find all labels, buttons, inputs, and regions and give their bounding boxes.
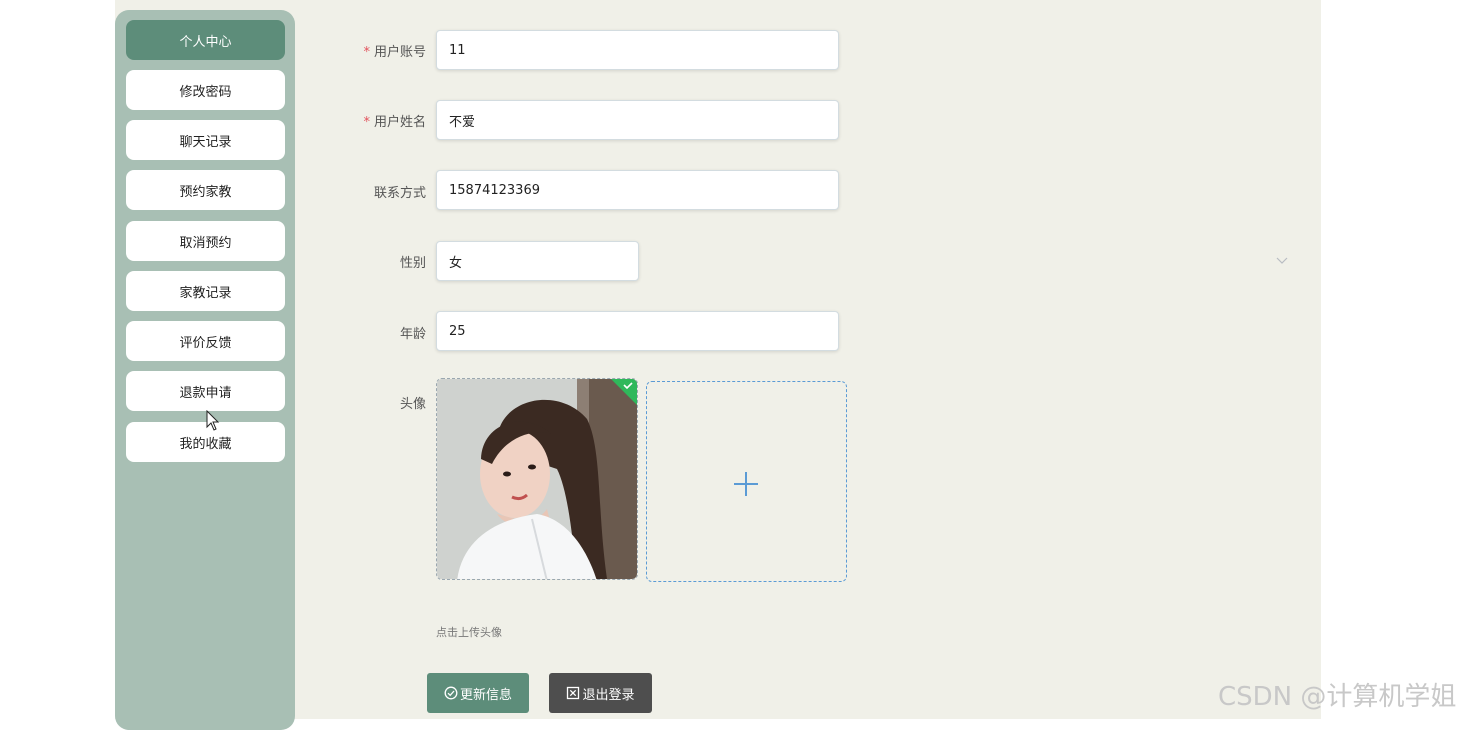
sidebar-item-label: 个人中心 bbox=[179, 34, 232, 50]
avatar-label-text: 头像 bbox=[399, 397, 426, 412]
age-value: 25 bbox=[449, 323, 466, 339]
avatar-image[interactable] bbox=[436, 378, 638, 580]
sidebar-item-label: 取消预约 bbox=[179, 235, 232, 251]
close-square-icon bbox=[567, 686, 580, 700]
chevron-down-icon[interactable] bbox=[1276, 254, 1288, 266]
age-field[interactable]: 25 bbox=[436, 311, 839, 351]
sidebar-item-refund[interactable]: 退款申请 bbox=[126, 371, 285, 411]
check-icon bbox=[611, 379, 637, 405]
sidebar-item-tutor-records[interactable]: 家教记录 bbox=[126, 271, 285, 311]
avatar-upload-button[interactable] bbox=[646, 381, 847, 582]
update-info-label: 更新信息 bbox=[459, 687, 512, 703]
logout-button[interactable]: 退出登录 bbox=[549, 673, 652, 713]
watermark: CSDN @计算机学姐 bbox=[1218, 682, 1457, 712]
gender-select[interactable]: 女 bbox=[436, 241, 639, 281]
sidebar-item-cancel-booking[interactable]: 取消预约 bbox=[126, 221, 285, 261]
gender-label: 性别 bbox=[400, 252, 426, 271]
name-label-text: 用户姓名 bbox=[373, 115, 426, 130]
required-mark: * bbox=[363, 45, 370, 60]
phone-field[interactable]: 15874123369 bbox=[436, 170, 839, 210]
sidebar-item-label: 退款申请 bbox=[179, 385, 232, 401]
sidebar-item-label: 聊天记录 bbox=[179, 134, 232, 150]
sidebar: 个人中心 修改密码 聊天记录 预约家教 取消预约 家教记录 评价反馈 退款申请 … bbox=[115, 10, 295, 730]
required-mark: * bbox=[363, 115, 370, 130]
avatar-photo bbox=[437, 379, 637, 579]
age-label: 年龄 bbox=[400, 323, 426, 342]
age-label-text: 年龄 bbox=[399, 327, 426, 342]
check-circle-icon bbox=[444, 686, 458, 700]
sidebar-item-chat-history[interactable]: 聊天记录 bbox=[126, 120, 285, 160]
account-label: * 用户账号 bbox=[363, 41, 426, 60]
logout-label: 退出登录 bbox=[582, 687, 635, 703]
mouse-cursor-icon bbox=[206, 410, 220, 431]
sidebar-item-personal-center[interactable]: 个人中心 bbox=[126, 20, 285, 60]
phone-label: 联系方式 bbox=[374, 182, 426, 201]
account-label-text: 用户账号 bbox=[373, 45, 426, 60]
phone-label-text: 联系方式 bbox=[373, 186, 426, 201]
account-field[interactable]: 11 bbox=[436, 30, 839, 70]
update-info-button[interactable]: 更新信息 bbox=[427, 673, 529, 713]
phone-value: 15874123369 bbox=[449, 182, 540, 198]
plus-icon bbox=[734, 472, 758, 496]
avatar-upload-hint: 点击上传头像 bbox=[436, 626, 502, 639]
sidebar-item-label: 家教记录 bbox=[179, 285, 232, 301]
avatar-label: 头像 bbox=[400, 393, 426, 412]
sidebar-item-label: 我的收藏 bbox=[179, 436, 232, 452]
gender-value: 女 bbox=[449, 255, 463, 271]
account-value: 11 bbox=[449, 42, 466, 58]
sidebar-item-label: 评价反馈 bbox=[179, 335, 232, 351]
gender-label-text: 性别 bbox=[399, 256, 426, 271]
name-value: 不爱 bbox=[449, 114, 476, 130]
sidebar-item-label: 预约家教 bbox=[179, 184, 232, 200]
name-label: * 用户姓名 bbox=[363, 111, 426, 130]
sidebar-item-feedback[interactable]: 评价反馈 bbox=[126, 321, 285, 361]
sidebar-item-label: 修改密码 bbox=[179, 84, 232, 100]
sidebar-item-book-tutor[interactable]: 预约家教 bbox=[126, 170, 285, 210]
sidebar-item-change-password[interactable]: 修改密码 bbox=[126, 70, 285, 110]
name-field[interactable]: 不爱 bbox=[436, 100, 839, 140]
